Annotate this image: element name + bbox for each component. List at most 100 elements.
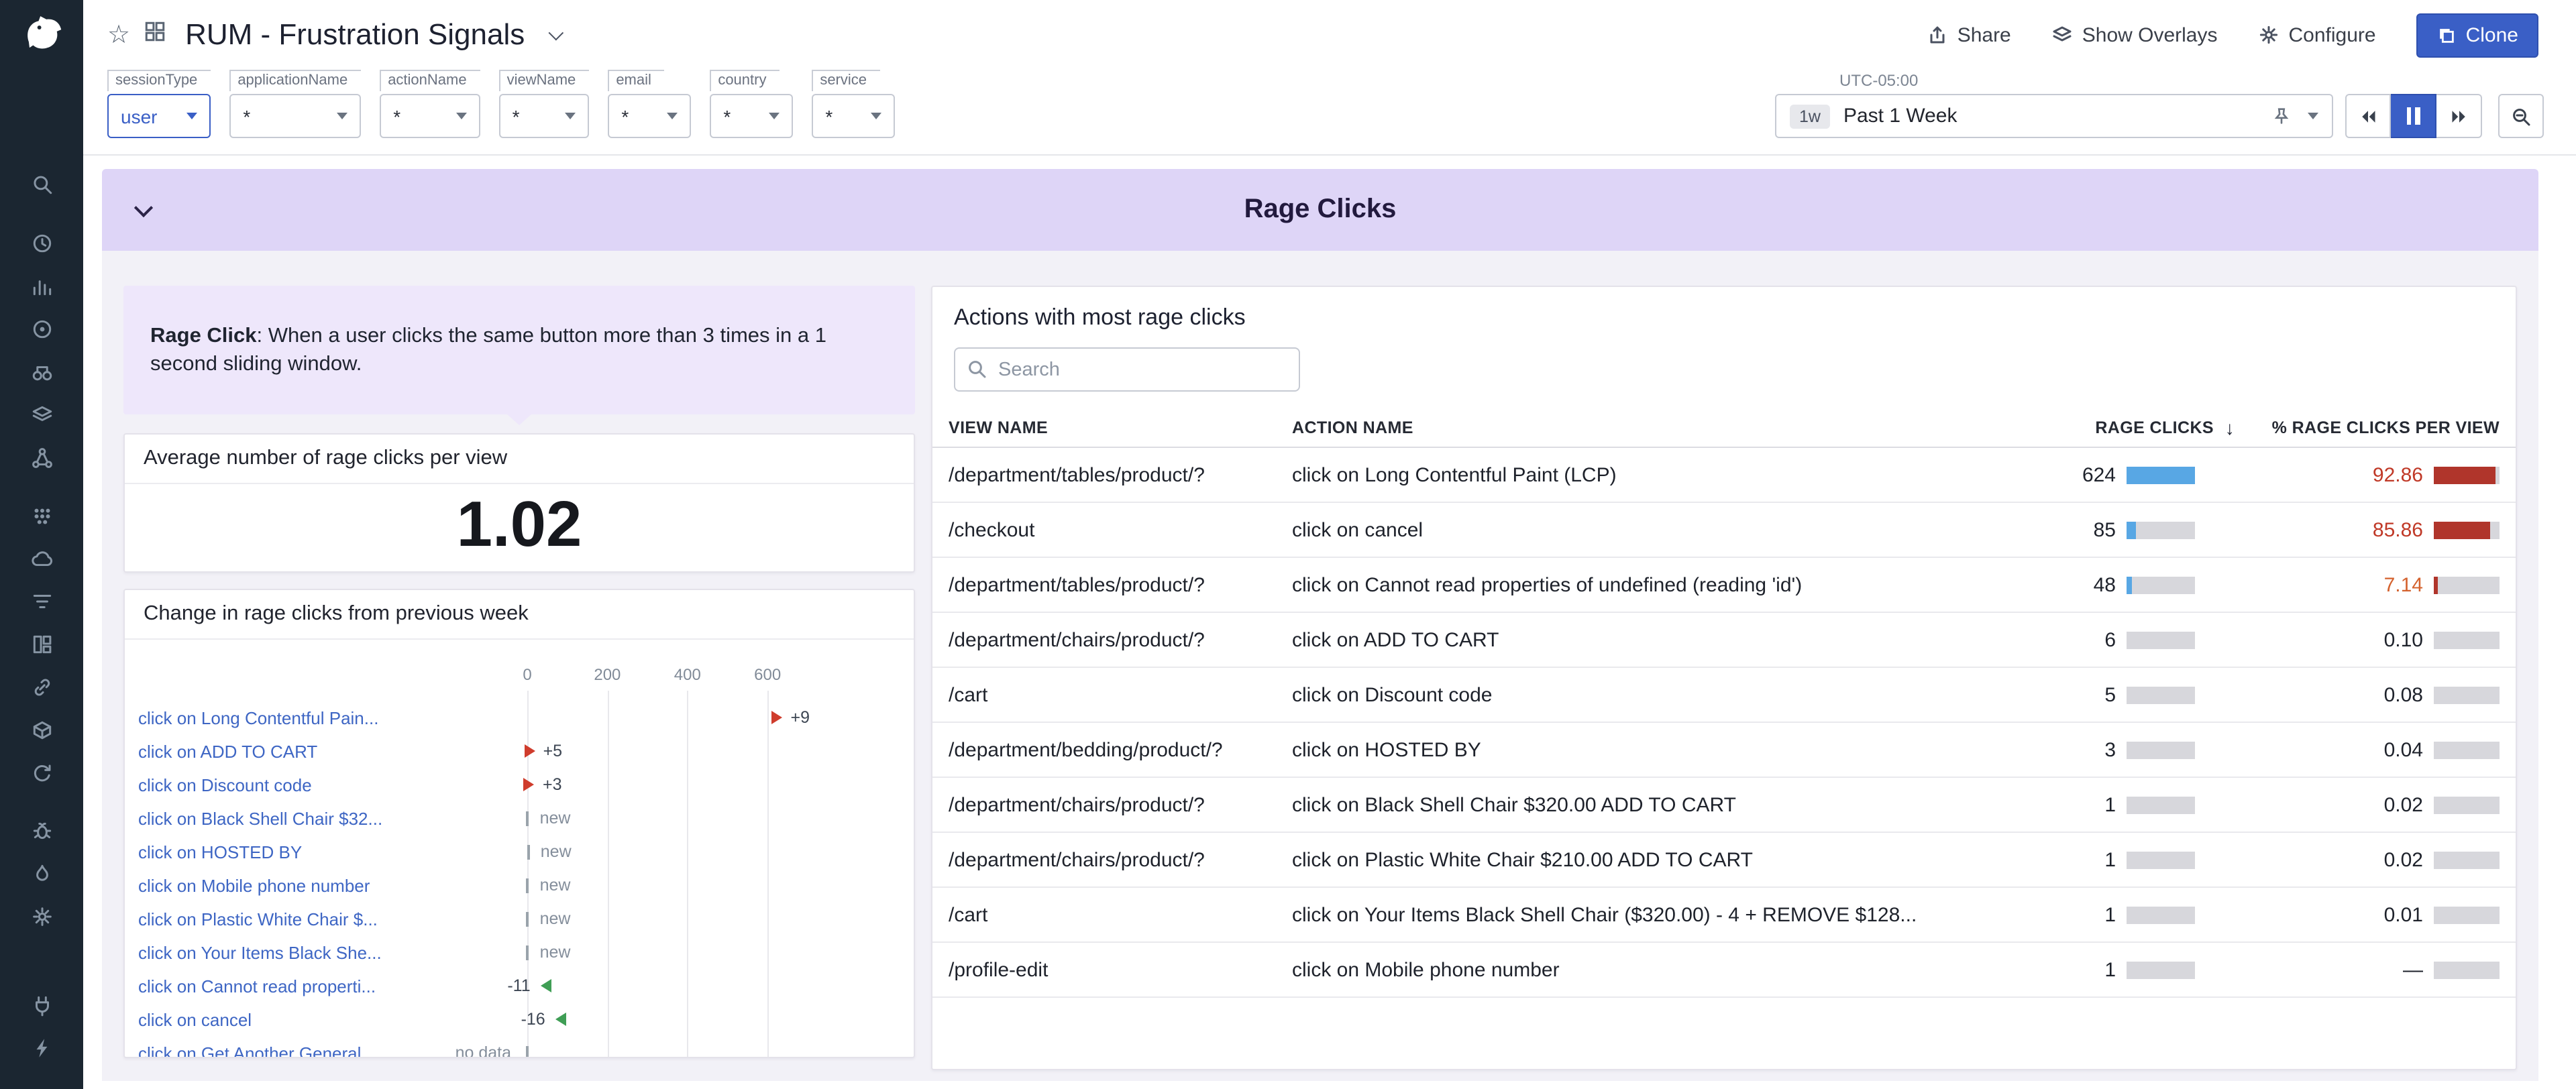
- chart-body: 0200400600 click on Long Contentful Pain…: [125, 640, 914, 1058]
- table-row[interactable]: /department/chairs/product/? click on Pl…: [932, 833, 2516, 888]
- chart-row-change: +3: [543, 775, 562, 795]
- title-chevron-down-icon[interactable]: [549, 25, 564, 41]
- error-tracking-icon[interactable]: [0, 809, 83, 852]
- forward-button[interactable]: [2436, 94, 2482, 138]
- security-icon[interactable]: [0, 895, 83, 937]
- chart-row-label[interactable]: click on ADD TO CART: [138, 735, 317, 768]
- chart-row-label[interactable]: click on Your Items Black She...: [138, 936, 382, 970]
- watchdog-icon[interactable]: [0, 307, 83, 350]
- ci-icon[interactable]: [0, 751, 83, 794]
- col-action-name[interactable]: ACTION NAME: [1292, 418, 2007, 437]
- new-tick-icon: [527, 878, 529, 893]
- configure-button[interactable]: Configure: [2258, 23, 2376, 46]
- clone-button[interactable]: Clone: [2416, 13, 2538, 57]
- integrations-icon[interactable]: [0, 983, 83, 1026]
- chart-row-label[interactable]: click on Long Contentful Pain...: [138, 701, 378, 735]
- filter-value-box[interactable]: *: [229, 94, 361, 138]
- chart-row-label[interactable]: click on cancel: [138, 1003, 252, 1037]
- cell-view-name: /department/tables/product/?: [941, 573, 1292, 596]
- new-tick-icon: [527, 912, 529, 927]
- cell-view-name: /cart: [941, 903, 1292, 926]
- network-icon[interactable]: [0, 436, 83, 479]
- cell-action-name: click on cancel: [1292, 518, 1988, 541]
- time-range-picker[interactable]: 1w Past 1 Week: [1775, 94, 2333, 138]
- cell-view-name: /department/bedding/product/?: [941, 738, 1292, 761]
- filter-value-box[interactable]: *: [380, 94, 480, 138]
- pct-rage-clicks-bar: [2434, 631, 2500, 648]
- chart-row: click on Mobile phone number new: [125, 869, 914, 903]
- profiling-icon[interactable]: [0, 852, 83, 895]
- quick-nav-icon[interactable]: [0, 1026, 83, 1069]
- table-search-input[interactable]: [954, 347, 1300, 392]
- template-variable-filter[interactable]: country *: [710, 70, 793, 138]
- time-caret-icon[interactable]: [2308, 113, 2318, 119]
- table-row[interactable]: /cart click on Your Items Black Shell Ch…: [932, 888, 2516, 943]
- zoom-out-button[interactable]: [2498, 94, 2544, 138]
- chart-row-change: new: [541, 842, 572, 862]
- cell-view-name: /department/tables/product/?: [941, 463, 1292, 486]
- datadog-logo[interactable]: [15, 7, 68, 60]
- filter-value-box[interactable]: *: [710, 94, 793, 138]
- apm-icon[interactable]: [0, 350, 83, 393]
- synthetics-icon[interactable]: [0, 665, 83, 708]
- template-variable-filter[interactable]: email *: [608, 70, 691, 138]
- template-variable-filter[interactable]: actionName *: [380, 70, 480, 138]
- group-collapse-chevron-icon[interactable]: [134, 198, 153, 217]
- filter-label: actionName: [380, 70, 480, 91]
- table-row[interactable]: /profile-edit click on Mobile phone numb…: [932, 943, 2516, 998]
- filter-value: *: [621, 105, 629, 127]
- rewind-button[interactable]: [2345, 94, 2391, 138]
- share-button[interactable]: Share: [1927, 23, 2011, 46]
- filter-value-box[interactable]: *: [499, 94, 590, 138]
- filter-value-box[interactable]: *: [608, 94, 691, 138]
- pct-rage-clicks-bar: [2434, 851, 2500, 868]
- pin-icon[interactable]: [2271, 106, 2292, 126]
- table-row[interactable]: /department/tables/product/? click on Ca…: [932, 558, 2516, 613]
- chart-row-label[interactable]: click on Black Shell Chair $32...: [138, 802, 382, 836]
- decrease-arrow-icon: [556, 1013, 567, 1026]
- rage-clicks-bar: [2127, 906, 2195, 923]
- template-variable-filter[interactable]: service *: [812, 70, 895, 138]
- serverless-icon[interactable]: [0, 536, 83, 579]
- history-icon[interactable]: [0, 221, 83, 264]
- chart-row-label[interactable]: click on Cannot read properti...: [138, 970, 376, 1003]
- new-tick-icon: [527, 811, 529, 826]
- table-row[interactable]: /cart click on Discount code 5 0.08: [932, 668, 2516, 723]
- dashboards-icon[interactable]: [0, 622, 83, 665]
- show-overlays-button[interactable]: Show Overlays: [2051, 23, 2218, 46]
- col-pct-rage-clicks[interactable]: % RAGE CLICKS PER VIEW: [2246, 418, 2500, 437]
- chart-row-label[interactable]: click on HOSTED BY: [138, 836, 302, 869]
- search-icon[interactable]: [0, 162, 83, 205]
- template-variable-filter[interactable]: viewName *: [499, 70, 590, 138]
- table-row[interactable]: /department/chairs/product/? click on AD…: [932, 613, 2516, 668]
- favorite-star-icon[interactable]: ☆: [107, 22, 130, 48]
- filter-value-box[interactable]: *: [812, 94, 895, 138]
- increase-arrow-icon: [772, 711, 783, 724]
- template-variable-filter[interactable]: sessionType user: [107, 70, 211, 138]
- table-row[interactable]: /checkout click on cancel 85 85.86: [932, 503, 2516, 558]
- sort-desc-icon[interactable]: ↓: [2214, 417, 2246, 439]
- filter-caret-icon: [769, 113, 780, 119]
- chart-row-label[interactable]: click on Mobile phone number: [138, 869, 370, 903]
- chart-row: click on Discount code +3: [125, 768, 914, 802]
- col-view-name[interactable]: VIEW NAME: [941, 418, 1292, 437]
- chart-row-label[interactable]: click on Get Another General...: [138, 1037, 376, 1058]
- template-variable-filter[interactable]: applicationName *: [229, 70, 361, 138]
- col-rage-clicks[interactable]: RAGE CLICKS: [2007, 418, 2214, 437]
- rage-clicks-bar: [2127, 576, 2195, 593]
- table-row[interactable]: /department/chairs/product/? click on Bl…: [932, 778, 2516, 833]
- filter-value-box[interactable]: user: [107, 94, 211, 138]
- change-chart-panel: Change in rage clicks from previous week…: [123, 589, 915, 1058]
- pipelines-icon[interactable]: [0, 579, 83, 622]
- chart-row-label[interactable]: click on Plastic White Chair $...: [138, 903, 378, 936]
- chart-rows: click on Long Contentful Pain... +9 clic…: [125, 701, 914, 1058]
- pause-button[interactable]: [2391, 94, 2436, 138]
- rum-icon[interactable]: [0, 708, 83, 751]
- chart-row-change: +9: [791, 708, 810, 728]
- metrics-icon[interactable]: [0, 264, 83, 307]
- processes-icon[interactable]: [0, 494, 83, 536]
- table-row[interactable]: /department/tables/product/? click on Lo…: [932, 448, 2516, 503]
- logs-icon[interactable]: [0, 393, 83, 436]
- chart-row-label[interactable]: click on Discount code: [138, 768, 312, 802]
- table-row[interactable]: /department/bedding/product/? click on H…: [932, 723, 2516, 778]
